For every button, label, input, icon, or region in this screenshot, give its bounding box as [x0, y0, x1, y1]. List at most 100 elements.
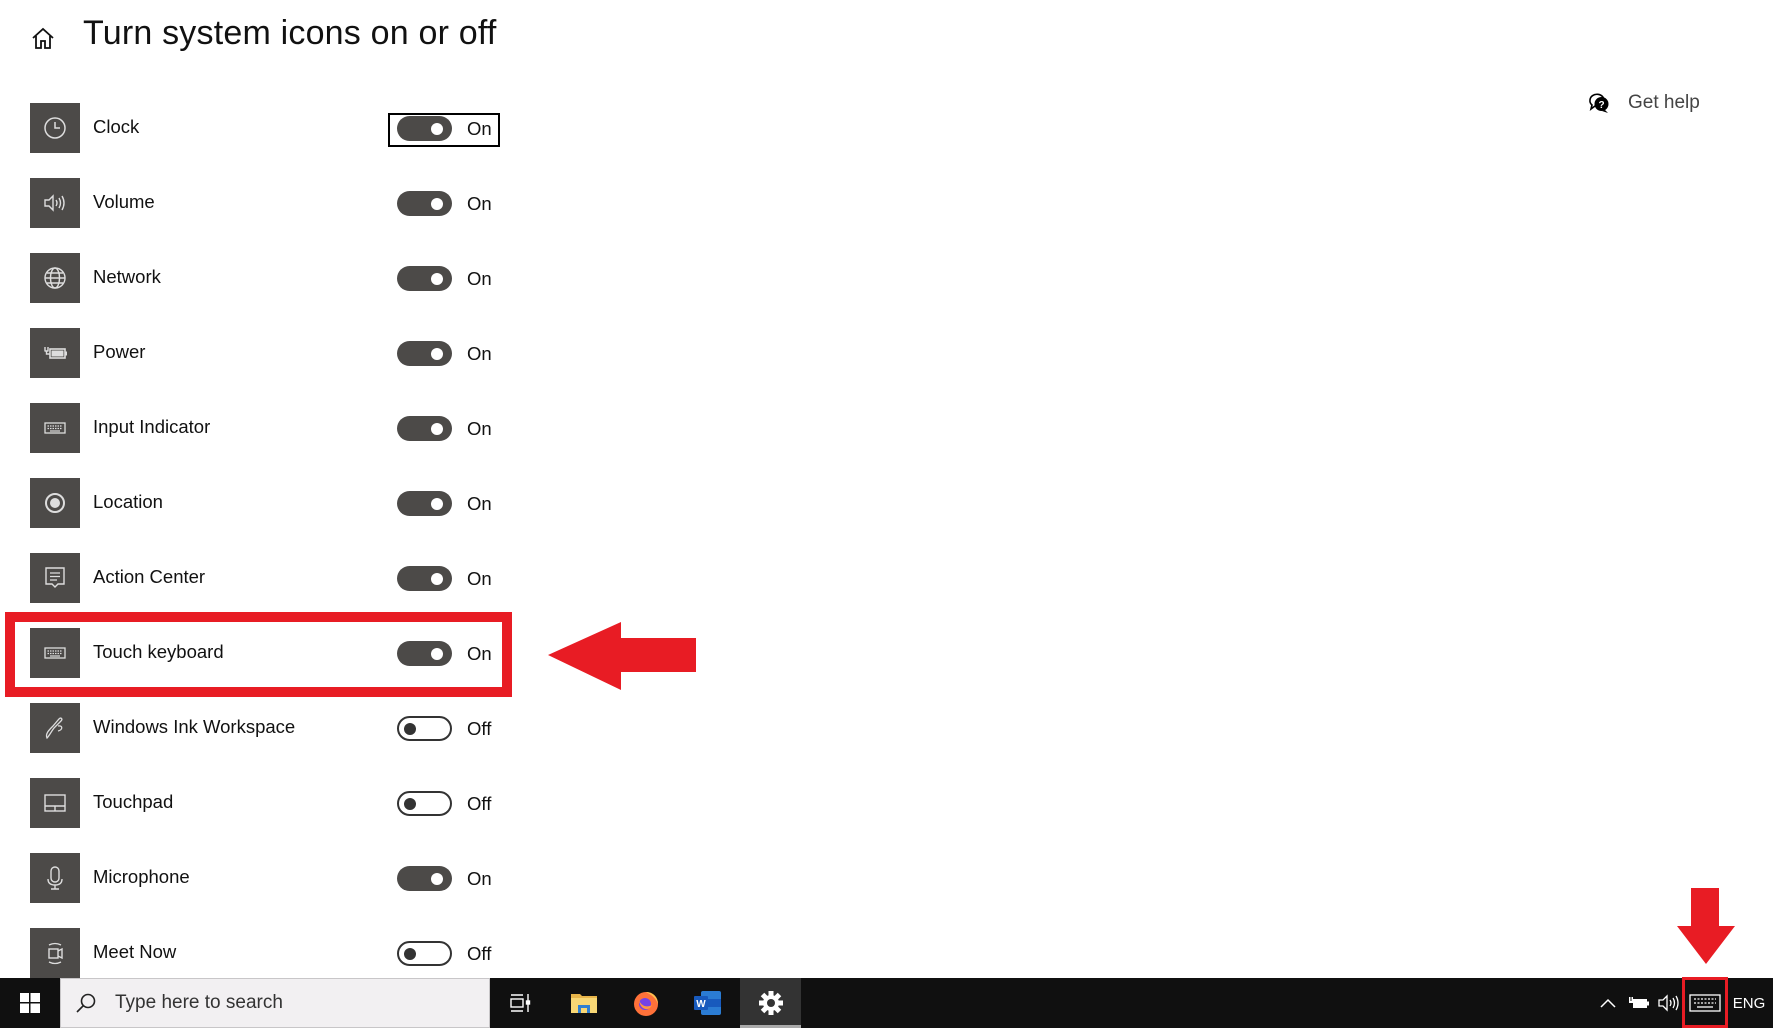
- clock-icon: [44, 117, 66, 139]
- meet-now-toggle[interactable]: [397, 941, 452, 966]
- touchpad-icon: [44, 794, 66, 812]
- setting-row-location: Location On: [0, 478, 560, 528]
- pen-icon-tile: [30, 703, 80, 753]
- svg-text:?: ?: [1598, 100, 1604, 111]
- toggle-state-label: On: [467, 868, 492, 889]
- toggle-knob: [404, 797, 416, 810]
- location-toggle[interactable]: [397, 491, 452, 516]
- setting-label: Action Center: [93, 566, 206, 587]
- touch-keyboard-highlight-box: [5, 612, 512, 697]
- setting-row-volume: Volume On: [0, 178, 560, 228]
- setting-label: Windows Ink Workspace: [93, 716, 296, 737]
- get-help-label: Get help: [1628, 92, 1700, 113]
- volume-toggle[interactable]: [397, 191, 452, 216]
- setting-row-meet-now: Meet Now Off: [0, 928, 560, 978]
- windows-ink-workspace-toggle[interactable]: [397, 716, 452, 741]
- firefox-button[interactable]: [615, 978, 676, 1028]
- task-view-button[interactable]: [490, 978, 551, 1028]
- setting-label: Network: [93, 266, 161, 287]
- location-icon: [45, 493, 65, 513]
- toggle-knob: [431, 572, 443, 585]
- show-hidden-icons-button[interactable]: [1596, 978, 1620, 1028]
- firefox-icon: [633, 992, 658, 1016]
- power-tray-button[interactable]: [1624, 978, 1654, 1028]
- left-arrow-annotation: [548, 622, 696, 690]
- setting-label: Location: [93, 491, 163, 512]
- language-label: ENG: [1732, 994, 1766, 1012]
- folder-icon: [570, 994, 597, 1013]
- meet-now-icon-tile: [30, 928, 80, 978]
- toggle-knob: [431, 872, 443, 885]
- search-placeholder: Type here to search: [115, 992, 283, 1013]
- globe-icon: [44, 267, 66, 289]
- volume-icon-tile: [30, 178, 80, 228]
- pen-icon: [45, 717, 63, 740]
- get-help-link[interactable]: ? Get help: [1588, 92, 1700, 114]
- setting-label: Microphone: [93, 866, 190, 887]
- setting-row-action-center: Action Center On: [0, 553, 560, 603]
- word-icon: W: [693, 991, 721, 1015]
- language-indicator[interactable]: ENG: [1730, 978, 1768, 1028]
- touchpad-toggle[interactable]: [397, 791, 452, 816]
- microphone-icon-tile: [30, 853, 80, 903]
- setting-label: Power: [93, 341, 146, 362]
- gear-icon: [758, 991, 783, 1015]
- globe-icon-tile: [30, 253, 80, 303]
- setting-row-microphone: Microphone On: [0, 853, 560, 903]
- battery-plug-icon-tile: [30, 328, 80, 378]
- setting-row-touchpad: Touchpad Off: [0, 778, 560, 828]
- toggle-knob: [404, 947, 416, 960]
- network-toggle[interactable]: [397, 266, 452, 291]
- settings-taskbar-button[interactable]: [740, 978, 801, 1028]
- toggle-state-label: Off: [467, 718, 492, 739]
- action-center-icon: [45, 567, 65, 588]
- location-icon-tile: [30, 478, 80, 528]
- down-arrow-annotation: [1677, 888, 1735, 964]
- setting-row-power: Power On: [0, 328, 560, 378]
- meet-now-icon: [48, 942, 63, 965]
- windows-logo-icon: [20, 993, 40, 1013]
- volume-icon: [1658, 994, 1679, 1012]
- battery-plug-icon: [44, 347, 67, 359]
- help-chat-icon: ?: [1589, 93, 1609, 113]
- toggle-knob: [404, 722, 416, 735]
- toggle-state-label: Off: [467, 793, 492, 814]
- home-icon[interactable]: [30, 26, 56, 52]
- keyboard-icon: [44, 422, 66, 434]
- toggle-knob: [431, 422, 443, 435]
- setting-row-network: Network On: [0, 253, 560, 303]
- search-icon: [76, 993, 96, 1013]
- toggle-state-label: On: [467, 493, 492, 514]
- microphone-icon: [47, 866, 63, 890]
- input-indicator-toggle[interactable]: [397, 416, 452, 441]
- start-button[interactable]: [0, 978, 60, 1028]
- touchpad-icon-tile: [30, 778, 80, 828]
- toggle-state-label: On: [467, 343, 492, 364]
- keyboard-icon-tile: [30, 403, 80, 453]
- chevron-up-icon: [1600, 998, 1616, 1008]
- toggle-state-label: On: [467, 193, 492, 214]
- task-view-icon: [509, 994, 530, 1012]
- setting-label: Clock: [93, 116, 140, 137]
- taskbar-search-box[interactable]: Type here to search: [60, 978, 490, 1028]
- toggle-state-label: On: [467, 418, 492, 439]
- setting-label: Volume: [93, 191, 155, 212]
- file-explorer-button[interactable]: [553, 978, 614, 1028]
- setting-row-windows-ink-workspace: Windows Ink Workspace Off: [0, 703, 560, 753]
- volume-tray-button[interactable]: [1656, 978, 1682, 1028]
- taskbar: Type here to search W ENG: [0, 977, 1773, 1028]
- word-button[interactable]: W: [677, 978, 738, 1028]
- volume-icon: [44, 194, 65, 212]
- setting-label: Input Indicator: [93, 416, 211, 437]
- power-toggle[interactable]: [397, 341, 452, 366]
- clock-toggle-focus-ring: [388, 113, 500, 147]
- tray-highlight-box: [1682, 977, 1728, 1028]
- action-center-toggle[interactable]: [397, 566, 452, 591]
- toggle-state-label: Off: [467, 943, 492, 964]
- toggle-knob: [431, 347, 443, 360]
- toggle-knob: [431, 197, 443, 210]
- toggle-knob: [431, 497, 443, 510]
- microphone-toggle[interactable]: [397, 866, 452, 891]
- toggle-state-label: On: [467, 568, 492, 589]
- setting-label: Touchpad: [93, 791, 174, 812]
